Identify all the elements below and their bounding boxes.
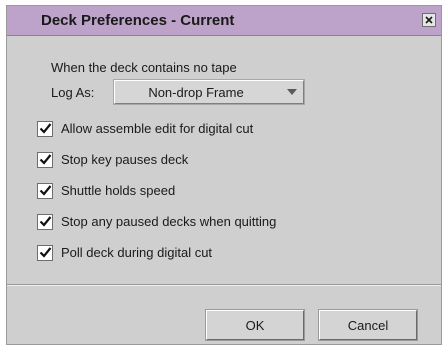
- ok-button[interactable]: OK: [206, 310, 304, 340]
- close-icon: [425, 16, 433, 24]
- checkmark-icon: [39, 185, 52, 196]
- shuttle-holds-speed-label: Shuttle holds speed: [61, 183, 176, 198]
- assemble-edit-label: Allow assemble edit for digital cut: [61, 121, 254, 136]
- stop-paused-decks-checkbox[interactable]: [37, 214, 53, 230]
- checkmark-icon: [39, 154, 52, 165]
- cancel-button[interactable]: Cancel: [319, 310, 417, 340]
- checkmark-icon: [39, 123, 52, 134]
- no-tape-caption: When the deck contains no tape: [51, 60, 237, 75]
- checkmark-icon: [39, 247, 52, 258]
- stop-key-pauses-label: Stop key pauses deck: [61, 152, 189, 167]
- stop-paused-decks-label: Stop any paused decks when quitting: [61, 214, 277, 229]
- close-button[interactable]: [422, 13, 436, 27]
- log-as-label: Log As:: [51, 85, 95, 100]
- stop-key-pauses-checkbox[interactable]: [37, 152, 53, 168]
- shuttle-holds-speed-checkbox[interactable]: [37, 183, 53, 199]
- dialog-title: Deck Preferences - Current: [41, 12, 235, 29]
- title-bar[interactable]: Deck Preferences - Current: [7, 6, 441, 36]
- separator: [7, 284, 441, 286]
- deck-preferences-dialog: Deck Preferences - Current When the deck…: [6, 5, 442, 345]
- poll-deck-label: Poll deck during digital cut: [61, 245, 213, 260]
- assemble-edit-checkbox[interactable]: [37, 121, 53, 137]
- poll-deck-checkbox[interactable]: [37, 245, 53, 261]
- checkmark-icon: [39, 216, 52, 227]
- log-as-dropdown[interactable]: Non-drop Frame: [114, 80, 304, 104]
- log-as-value: Non-drop Frame: [148, 85, 244, 100]
- chevron-down-icon: [287, 89, 297, 95]
